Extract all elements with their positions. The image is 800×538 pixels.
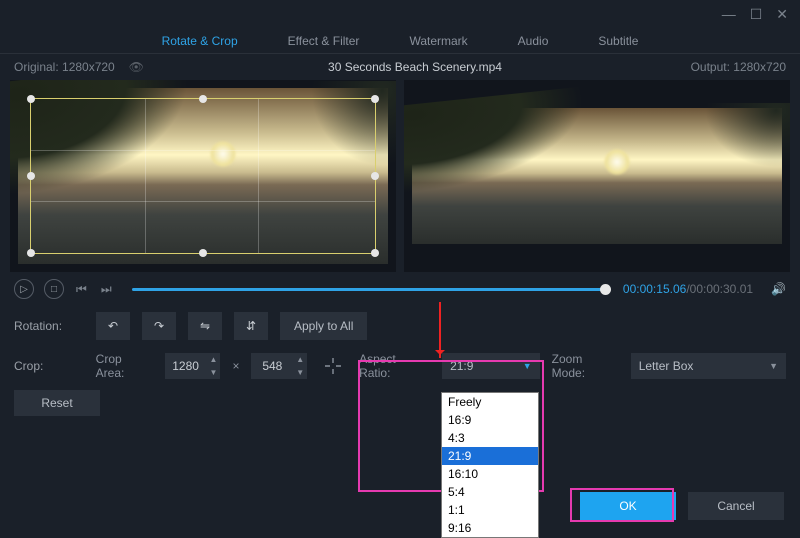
- aspect-ratio-select[interactable]: 21:9▼: [442, 353, 540, 379]
- info-bar: Original: 1280x720 👁 30 Seconds Beach Sce…: [0, 54, 800, 80]
- tabs: Rotate & Crop Effect & Filter Watermark …: [0, 28, 800, 54]
- crop-handle[interactable]: [27, 95, 35, 103]
- stepper-down-icon[interactable]: ▼: [206, 366, 220, 379]
- minimize-button[interactable]: —: [722, 6, 736, 22]
- crop-handle[interactable]: [371, 95, 379, 103]
- chevron-down-icon: ▼: [769, 361, 778, 371]
- seek-slider[interactable]: [132, 288, 605, 291]
- crop-label: Crop:: [14, 359, 84, 373]
- rotate-left-button[interactable]: ↶: [96, 312, 130, 340]
- time-display: 00:00:15.06/00:00:30.01: [623, 282, 753, 296]
- rotate-right-button[interactable]: ↷: [142, 312, 176, 340]
- crop-handle[interactable]: [371, 172, 379, 180]
- tab-watermark[interactable]: Watermark: [409, 34, 467, 48]
- crop-handle[interactable]: [199, 249, 207, 257]
- crop-handle[interactable]: [199, 95, 207, 103]
- stepper-up-icon[interactable]: ▲: [293, 353, 307, 366]
- crop-height-input[interactable]: ▲▼: [251, 353, 307, 379]
- tab-effect-filter[interactable]: Effect & Filter: [288, 34, 360, 48]
- arrow-annotation: [439, 302, 441, 358]
- stepper-up-icon[interactable]: ▲: [206, 353, 220, 366]
- next-frame-button[interactable]: ⏭: [99, 282, 114, 297]
- zoom-mode-select[interactable]: Letter Box▼: [631, 353, 786, 379]
- original-size-label: Original: 1280x720: [14, 60, 115, 74]
- aspect-option[interactable]: 16:9: [442, 411, 538, 429]
- filename-label: 30 Seconds Beach Scenery.mp4: [204, 60, 626, 74]
- reset-button[interactable]: Reset: [14, 390, 100, 416]
- stepper-down-icon[interactable]: ▼: [293, 366, 307, 379]
- aspect-option[interactable]: 5:4: [442, 483, 538, 501]
- crop-row: Crop: Crop Area: ▲▼ × ▲▼ Aspect Ratio: 2…: [0, 346, 800, 386]
- aspect-option[interactable]: 1:1: [442, 501, 538, 519]
- maximize-button[interactable]: ☐: [750, 6, 763, 23]
- crop-handle[interactable]: [27, 249, 35, 257]
- crop-width-input[interactable]: ▲▼: [165, 353, 221, 379]
- playback-controls: ▷ □ ⏮ ⏭ 00:00:15.06/00:00:30.01 🔊: [0, 272, 800, 306]
- ok-button[interactable]: OK: [580, 492, 676, 520]
- zoom-mode-label: Zoom Mode:: [552, 352, 619, 380]
- cancel-button[interactable]: Cancel: [688, 492, 784, 520]
- tab-subtitle[interactable]: Subtitle: [598, 34, 638, 48]
- flip-vertical-button[interactable]: ⇵: [234, 312, 268, 340]
- aspect-option[interactable]: 4:3: [442, 429, 538, 447]
- titlebar: — ☐ ✕: [0, 0, 800, 28]
- rotation-row: Rotation: ↶ ↷ ⇋ ⇵ Apply to All: [0, 306, 800, 346]
- flip-horizontal-button[interactable]: ⇋: [188, 312, 222, 340]
- crop-rectangle[interactable]: [30, 98, 376, 254]
- preview-area: [0, 80, 800, 272]
- times-icon: ×: [232, 359, 239, 373]
- chevron-down-icon: ▼: [523, 361, 532, 371]
- rotation-label: Rotation:: [14, 319, 84, 333]
- tab-audio[interactable]: Audio: [518, 34, 549, 48]
- crop-handle[interactable]: [371, 249, 379, 257]
- aspect-ratio-label: Aspect Ratio:: [359, 352, 430, 380]
- aspect-option[interactable]: 16:10: [442, 465, 538, 483]
- aspect-option[interactable]: 21:9: [442, 447, 538, 465]
- preview-toggle-icon[interactable]: 👁: [129, 60, 144, 74]
- close-button[interactable]: ✕: [776, 6, 788, 23]
- output-size-label: Output: 1280x720: [626, 60, 786, 74]
- aspect-option[interactable]: Freely: [442, 393, 538, 411]
- tab-rotate-crop[interactable]: Rotate & Crop: [162, 34, 238, 48]
- apply-all-button[interactable]: Apply to All: [280, 312, 367, 340]
- footer: OK Cancel: [0, 484, 800, 528]
- crop-handle[interactable]: [27, 172, 35, 180]
- source-preview[interactable]: [10, 80, 396, 272]
- output-preview: [404, 80, 790, 272]
- center-crop-button[interactable]: [319, 353, 347, 379]
- aspect-option[interactable]: 9:16: [442, 519, 538, 537]
- play-button[interactable]: ▷: [14, 279, 34, 299]
- crop-area-label: Crop Area:: [96, 352, 153, 380]
- aspect-ratio-dropdown: Freely 16:9 4:3 21:9 16:10 5:4 1:1 9:16: [441, 392, 539, 538]
- prev-frame-button[interactable]: ⏮: [74, 282, 89, 297]
- volume-icon[interactable]: 🔊: [771, 282, 786, 296]
- stop-button[interactable]: □: [44, 279, 64, 299]
